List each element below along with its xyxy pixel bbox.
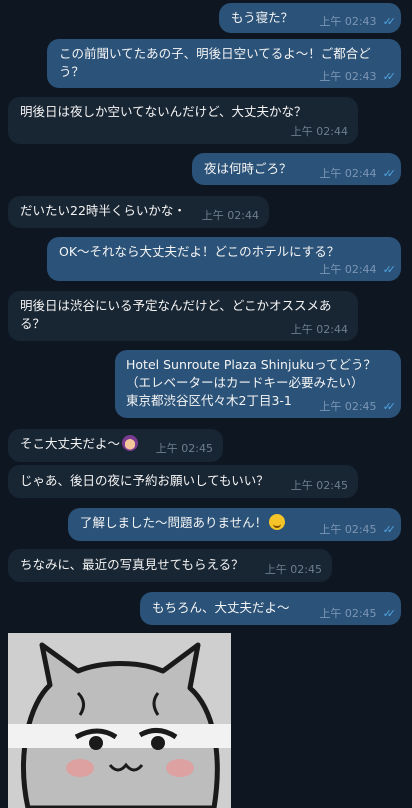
message-time: 上午 02:44	[201, 209, 259, 222]
message-bubble-outgoing[interactable]: 了解しました～問題ありません！ 上午 02:45 ✓✓	[68, 508, 401, 541]
message-text: 明後日は渋谷にいる予定なんだけど、どこかオススメあ る？	[20, 298, 332, 331]
message-text: だいたい22時半くらいかな・	[20, 203, 186, 218]
message-bubble-incoming[interactable]: ちなみに、最近の写真見せてもらえる？ 上午 02:45	[8, 549, 332, 582]
message-bubble-outgoing[interactable]: もう寝た？ 上午 02:43 ✓✓	[219, 3, 401, 33]
message-time: 上午 02:45	[155, 442, 213, 455]
message-text: 明後日は夜しか空いてないんだけど、大丈夫かな？	[20, 104, 307, 119]
cat-illustration-icon	[8, 633, 231, 808]
message-text: もう寝た？	[231, 10, 294, 25]
read-receipt-icon: ✓✓	[382, 400, 397, 413]
message-time: 上午 02:44	[290, 323, 348, 336]
message-bubble-outgoing[interactable]: OK～それなら大丈夫だよ！どこのホテルにする？ 上午 02:44 ✓✓	[47, 237, 401, 281]
message-text: ちなみに、最近の写真見せてもらえる？	[20, 557, 244, 572]
message-time: 上午 02:45	[319, 523, 377, 536]
message-text: そこ大丈夫だよ～	[20, 436, 121, 451]
smile-emoji-icon	[269, 514, 286, 530]
message-time: 上午 02:45	[264, 563, 322, 576]
message-bubble-incoming[interactable]: じゃあ、後日の夜に予約お願いしてもいい？ 上午 02:45	[8, 465, 358, 498]
message-time: 上午 02:43	[319, 15, 377, 28]
girl-emoji-icon	[122, 435, 139, 451]
message-bubble-outgoing[interactable]: 夜は何時ごろ？ 上午 02:44 ✓✓	[192, 153, 401, 185]
message-bubble-outgoing[interactable]: Hotel Sunroute Plaza Shinjukuってどう？ （エレベー…	[115, 350, 401, 418]
message-bubble-incoming[interactable]: 明後日は渋谷にいる予定なんだけど、どこかオススメあ る？ 上午 02:44	[8, 291, 358, 341]
message-time: 上午 02:44	[290, 125, 348, 138]
message-time: 上午 02:44	[319, 167, 377, 180]
message-bubble-outgoing[interactable]: この前聞いてたあの子、明後日空いてるよ～！ご都合ど う？ 上午 02:43 ✓✓	[47, 39, 401, 88]
message-bubble-incoming[interactable]: 明後日は夜しか空いてないんだけど、大丈夫かな？ 上午 02:44	[8, 97, 358, 144]
message-text: 夜は何時ごろ？	[204, 161, 292, 176]
message-bubble-incoming[interactable]: だいたい22時半くらいかな・ 上午 02:44	[8, 196, 269, 228]
read-receipt-icon: ✓✓	[382, 167, 397, 180]
message-time: 上午 02:45	[319, 400, 377, 413]
message-time: 上午 02:43	[319, 70, 377, 83]
message-bubble-incoming[interactable]: そこ大丈夫だよ～ 上午 02:45	[8, 429, 223, 462]
read-receipt-icon: ✓✓	[382, 607, 397, 620]
message-text: じゃあ、後日の夜に予約お願いしてもいい？	[20, 473, 269, 488]
photo-message[interactable]	[8, 633, 231, 808]
read-receipt-icon: ✓✓	[382, 523, 397, 536]
message-text: OK～それなら大丈夫だよ！どこのホテルにする？	[59, 244, 340, 259]
message-time: 上午 02:45	[290, 479, 348, 492]
read-receipt-icon: ✓✓	[382, 263, 397, 276]
message-bubble-outgoing[interactable]: もちろん、大丈夫だよ～ 上午 02:45 ✓✓	[140, 592, 401, 625]
message-time: 上午 02:44	[319, 263, 377, 276]
read-receipt-icon: ✓✓	[382, 70, 397, 83]
message-time: 上午 02:45	[319, 607, 377, 620]
message-text: 了解しました～問題ありません！	[80, 515, 268, 530]
read-receipt-icon: ✓✓	[382, 15, 397, 28]
message-text: もちろん、大丈夫だよ～	[152, 600, 290, 615]
